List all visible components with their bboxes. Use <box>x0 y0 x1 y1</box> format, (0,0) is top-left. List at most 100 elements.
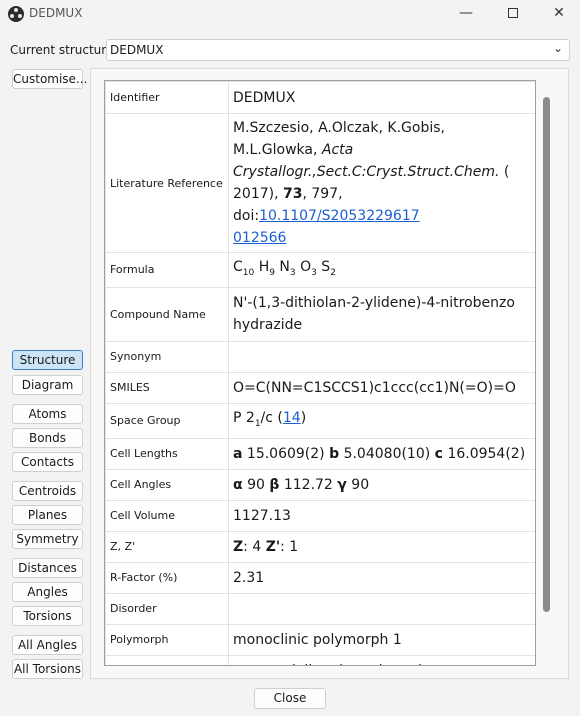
el-h: H <box>258 259 270 275</box>
row-key: Compound Name <box>105 286 229 342</box>
structure-details-table[interactable]: Identifier DEDMUX Literature Reference M… <box>104 80 536 666</box>
row-key: Space Group <box>105 402 229 439</box>
table-row: Compound Name N'-(1,3-dithiolan-2-yliden… <box>105 286 535 342</box>
table-row: Polymorph monoclinic polymorph 1 <box>105 623 535 656</box>
table-row: Cell Angles α 90 β 112.72 γ 90 <box>105 468 535 501</box>
sg-close: ) <box>300 409 307 426</box>
angles-button[interactable]: Angles <box>12 582 83 602</box>
table-row: SMILES O=C(NN=C1SCCS1)c1ccc(cc1)N(=O)=O <box>105 371 535 404</box>
cell-angles-value: α 90 β 112.72 γ 90 <box>228 468 535 501</box>
all-angles-button[interactable]: All Angles <box>12 635 83 655</box>
row-key: Cell Angles <box>105 468 229 501</box>
lit-paren: ( <box>499 164 510 180</box>
row-key: Formula <box>105 252 229 288</box>
alpha: 90 <box>247 476 265 493</box>
table-row: Space Group P 21/c (14) <box>105 402 535 439</box>
current-structure-select[interactable]: DEDMUX ⌄ <box>106 39 570 61</box>
el-c-count: 10 <box>242 267 255 278</box>
symmetry-button[interactable]: Symmetry <box>12 529 83 549</box>
minimize-button[interactable]: — <box>446 0 486 26</box>
row-key: Bioactivity <box>105 654 229 665</box>
bioactivity-value: a potentially tuberculostatic agent <box>228 654 535 665</box>
bonds-button[interactable]: Bonds <box>12 428 83 448</box>
minimize-icon: — <box>459 5 473 21</box>
doi-part2: 012566 <box>233 230 287 246</box>
compound-name-value: N'-(1,3-dithiolan-2-ylidene)-4-nitrobenz… <box>228 286 535 342</box>
row-key: Cell Volume <box>105 499 229 532</box>
row-key: Polymorph <box>105 623 229 656</box>
el-s: S <box>321 259 331 275</box>
el-h-count: 9 <box>269 267 275 278</box>
cell-a: 15.0609(2) <box>246 445 325 462</box>
table-row: Literature Reference M.Szczesio, A.Olcza… <box>105 113 535 253</box>
table-row: Formula C10 H9 N3 O3 S2 <box>105 252 535 288</box>
compound-line2: hydrazide <box>233 317 303 334</box>
doi-part1: 10.1107/S2053229617 <box>259 208 420 224</box>
literature-reference-value: M.Szczesio, A.Olczak, K.Gobis, M.L.Glowk… <box>228 113 535 253</box>
row-key: Synonym <box>105 340 229 373</box>
customise-button[interactable]: Customise... <box>12 69 87 89</box>
el-n-count: 3 <box>289 267 296 278</box>
maximize-button[interactable] <box>493 0 533 26</box>
maximize-icon <box>508 8 518 18</box>
row-key: SMILES <box>105 371 229 404</box>
polymorph-value: monoclinic polymorph 1 <box>228 623 535 656</box>
structure-button[interactable]: Structure <box>12 350 83 370</box>
el-o-count: 3 <box>311 267 317 278</box>
torsions-button[interactable]: Torsions <box>12 606 83 626</box>
el-n: N <box>279 259 290 275</box>
atoms-button[interactable]: Atoms <box>12 404 83 424</box>
space-group-value: P 21/c (14) <box>228 402 535 439</box>
el-s-count: 2 <box>330 267 336 278</box>
synonym-value <box>228 340 535 373</box>
contacts-button[interactable]: Contacts <box>12 452 83 472</box>
title-bar: DEDMUX — ✕ <box>0 0 580 28</box>
chevron-down-icon: ⌄ <box>552 41 563 55</box>
compound-line1: N'-(1,3-dithiolan-2-ylidene)-4-nitrobenz… <box>233 295 515 312</box>
table-row: Synonym <box>105 340 535 373</box>
doi-link[interactable]: 10.1107/S2053229617 012566 <box>233 208 420 246</box>
current-structure-label: Current structure: <box>10 43 118 57</box>
gamma: 90 <box>351 476 370 493</box>
disorder-value <box>228 592 535 625</box>
row-key: Literature Reference <box>105 113 229 253</box>
space-group-link[interactable]: 14 <box>283 410 301 426</box>
alpha-label: α <box>233 476 243 493</box>
current-structure-value: DEDMUX <box>110 43 164 57</box>
all-torsions-button[interactable]: All Torsions <box>12 659 83 679</box>
zp-label: Z' <box>265 538 281 555</box>
table-row: R-Factor (%) 2.31 <box>105 561 535 594</box>
vertical-scrollbar[interactable] <box>543 97 550 612</box>
table-row: Cell Lengths a 15.0609(2) b 5.04080(10) … <box>105 437 535 470</box>
cell-c-label: c <box>434 445 443 462</box>
table-row: Disorder <box>105 592 535 625</box>
identifier-value: DEDMUX <box>228 81 535 114</box>
window-title: DEDMUX <box>29 6 83 20</box>
cell-c: 16.0954(2) <box>447 445 526 462</box>
row-key: Identifier <box>105 81 229 114</box>
sg-rest: /c ( <box>260 409 283 426</box>
cell-lengths-value: a 15.0609(2) b 5.04080(10) c 16.0954(2) <box>228 437 535 470</box>
table-row: Bioactivity a potentially tuberculostati… <box>105 654 535 665</box>
app-icon <box>8 6 24 22</box>
close-icon: ✕ <box>553 5 565 21</box>
lit-volume: 73 <box>283 186 303 202</box>
cell-b-label: b <box>329 445 340 462</box>
zp: : 1 <box>280 538 299 555</box>
distances-button[interactable]: Distances <box>12 558 83 578</box>
sg-p: P 2 <box>233 409 255 426</box>
centroids-button[interactable]: Centroids <box>12 481 83 501</box>
row-key: Disorder <box>105 592 229 625</box>
close-button[interactable]: Close <box>254 688 326 709</box>
smiles-value: O=C(NN=C1SCCS1)c1ccc(cc1)N(=O)=O <box>228 371 535 404</box>
planes-button[interactable]: Planes <box>12 505 83 525</box>
diagram-button[interactable]: Diagram <box>12 375 83 395</box>
z-value: Z: 4 Z': 1 <box>228 530 535 563</box>
close-window-button[interactable]: ✕ <box>539 0 579 26</box>
gamma-label: γ <box>337 476 347 493</box>
formula-value: C10 H9 N3 O3 S2 <box>228 252 535 288</box>
row-key: Z, Z' <box>105 530 229 563</box>
cell-b: 5.04080(10) <box>343 445 431 462</box>
row-key: Cell Lengths <box>105 437 229 470</box>
el-c: C <box>233 259 243 275</box>
